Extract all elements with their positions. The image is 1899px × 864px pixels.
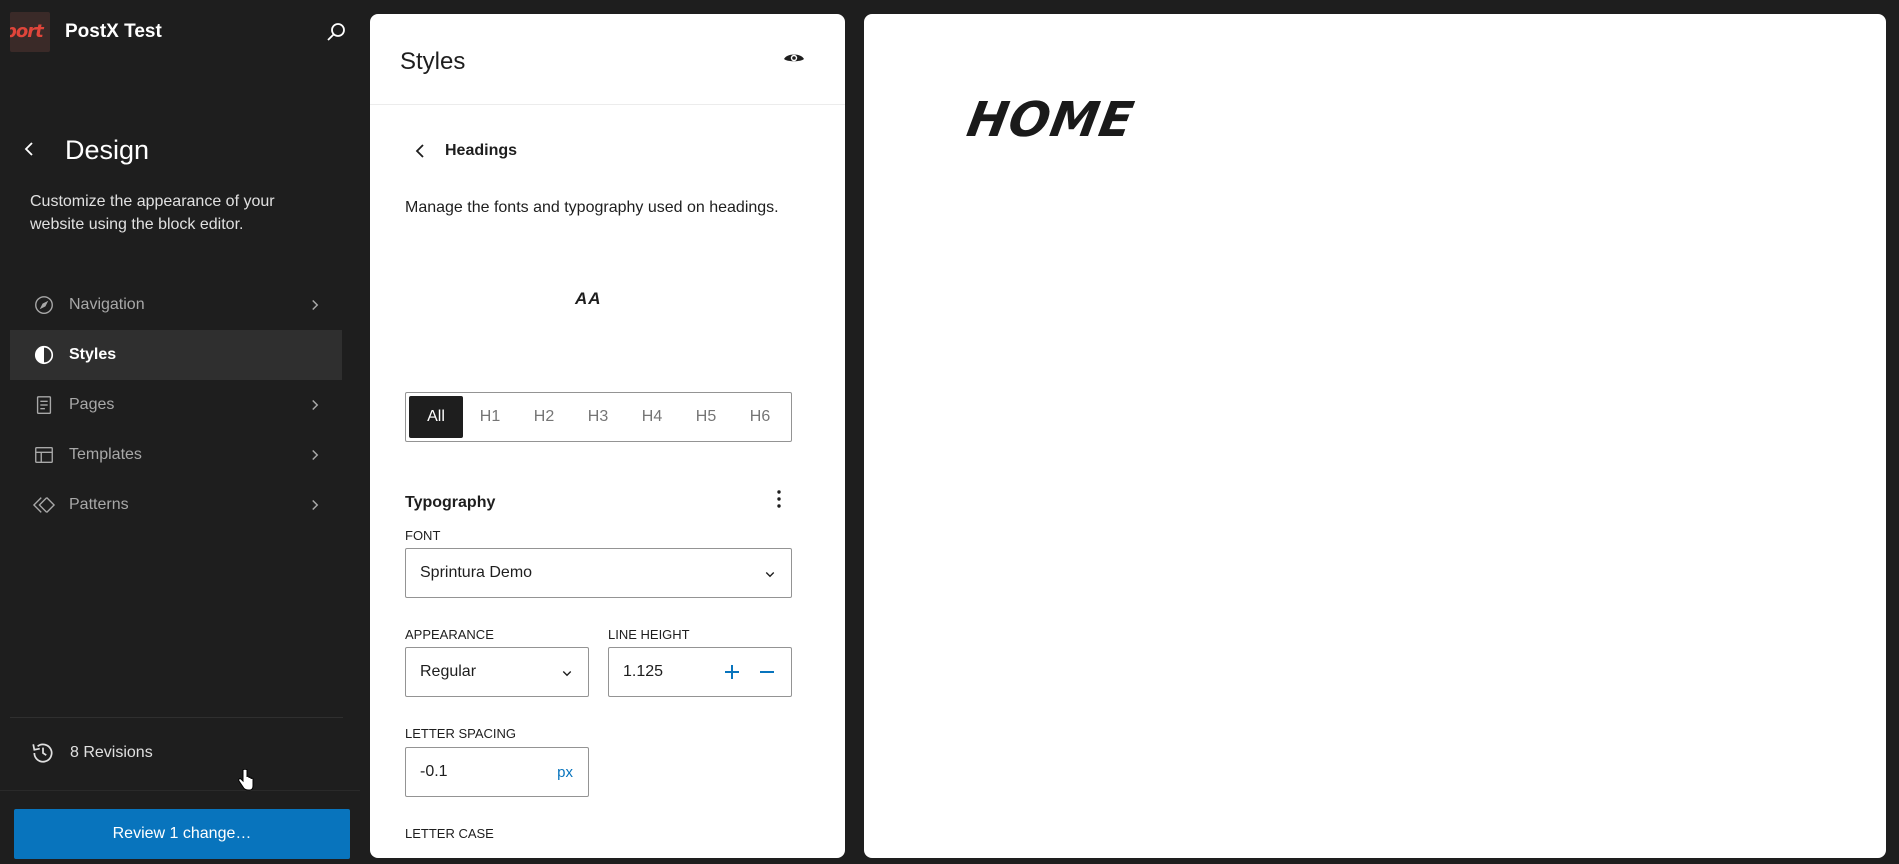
sidebar-item-label: Styles: [69, 346, 117, 363]
chevron-down-icon: [765, 572, 775, 578]
back-icon[interactable]: [18, 137, 42, 161]
half-circle-icon: [34, 345, 54, 365]
letter-spacing-value: -0.1: [420, 763, 448, 780]
sidebar-item-patterns[interactable]: Patterns: [10, 480, 342, 530]
line-height-input[interactable]: 1.125: [608, 647, 792, 697]
appearance-value: Regular: [420, 663, 477, 680]
design-description: Customize the appearance of your website…: [30, 193, 275, 233]
back-icon[interactable]: [410, 139, 430, 163]
letter-spacing-input[interactable]: -0.1 px: [405, 747, 589, 797]
letter-case-label: LETTER CASE: [405, 826, 494, 841]
heading-level-tabs: All H1 H2 H3 H4 H5 H6: [405, 392, 792, 442]
page-icon: [36, 396, 52, 414]
sidebar-item-label: Patterns: [69, 496, 129, 513]
tab-h2[interactable]: H2: [517, 396, 571, 438]
sidebar: port PostX Test Design Customize the app…: [0, 0, 360, 864]
search-icon[interactable]: [324, 20, 348, 44]
font-label: FONT: [405, 528, 441, 543]
sidebar-nav: Navigation Styles Pages Templates Patter…: [10, 280, 342, 530]
sidebar-item-templates[interactable]: Templates: [10, 430, 342, 480]
history-icon: [32, 743, 53, 763]
tab-h6[interactable]: H6: [733, 396, 787, 438]
appearance-label: APPEARANCE: [405, 627, 494, 642]
divider: [10, 717, 343, 718]
page-heading[interactable]: HOME: [963, 92, 1138, 148]
typography-title: Typography: [405, 494, 496, 511]
tab-h4[interactable]: H4: [625, 396, 679, 438]
diamond-icon: [32, 497, 56, 513]
chevron-right-icon: [312, 449, 319, 461]
hand-cursor-icon: [238, 769, 254, 791]
more-options-icon[interactable]: [767, 487, 791, 511]
chevron-right-icon: [312, 499, 319, 511]
review-changes-button[interactable]: Review 1 change…: [14, 809, 350, 859]
sidebar-item-label: Navigation: [69, 296, 145, 313]
site-logo[interactable]: port: [10, 12, 50, 52]
divider: [0, 790, 360, 791]
chevron-right-icon: [312, 399, 319, 411]
chevron-right-icon: [312, 299, 319, 311]
plus-icon[interactable]: [721, 661, 743, 683]
revisions-label: 8 Revisions: [70, 744, 153, 761]
minus-icon[interactable]: [756, 661, 778, 683]
unit-select[interactable]: px: [557, 764, 573, 781]
panel-header: Styles: [370, 14, 845, 105]
panel-title: Styles: [400, 48, 466, 75]
layout-icon: [35, 446, 53, 464]
section-description: Manage the fonts and typography used on …: [405, 199, 779, 216]
editor-canvas[interactable]: HOME: [864, 14, 1886, 858]
line-height-label: LINE HEIGHT: [608, 627, 690, 642]
compass-icon: [35, 296, 53, 314]
sidebar-item-styles[interactable]: Styles: [10, 330, 342, 380]
section-title: Headings: [445, 142, 518, 159]
appearance-select[interactable]: Regular: [405, 647, 589, 697]
line-height-value: 1.125: [623, 663, 664, 680]
site-title: PostX Test: [65, 21, 162, 42]
font-value: Sprintura Demo: [420, 564, 533, 581]
sidebar-item-label: Templates: [69, 446, 142, 463]
sidebar-item-label: Pages: [69, 396, 115, 413]
sidebar-item-pages[interactable]: Pages: [10, 380, 342, 430]
letter-spacing-label: LETTER SPACING: [405, 726, 517, 741]
page-title: Design: [65, 135, 150, 165]
revisions-button[interactable]: 8 Revisions: [30, 740, 153, 766]
chevron-down-icon: [562, 671, 572, 677]
tab-h5[interactable]: H5: [679, 396, 733, 438]
tab-all[interactable]: All: [409, 396, 463, 438]
typography-preview: AA: [575, 289, 602, 308]
eye-icon[interactable]: [782, 47, 806, 71]
sidebar-item-navigation[interactable]: Navigation: [10, 280, 342, 330]
tab-h3[interactable]: H3: [571, 396, 625, 438]
tab-h1[interactable]: H1: [463, 396, 517, 438]
font-select[interactable]: Sprintura Demo: [405, 548, 792, 598]
styles-panel: Styles Headings Manage the fonts and typ…: [370, 14, 845, 858]
